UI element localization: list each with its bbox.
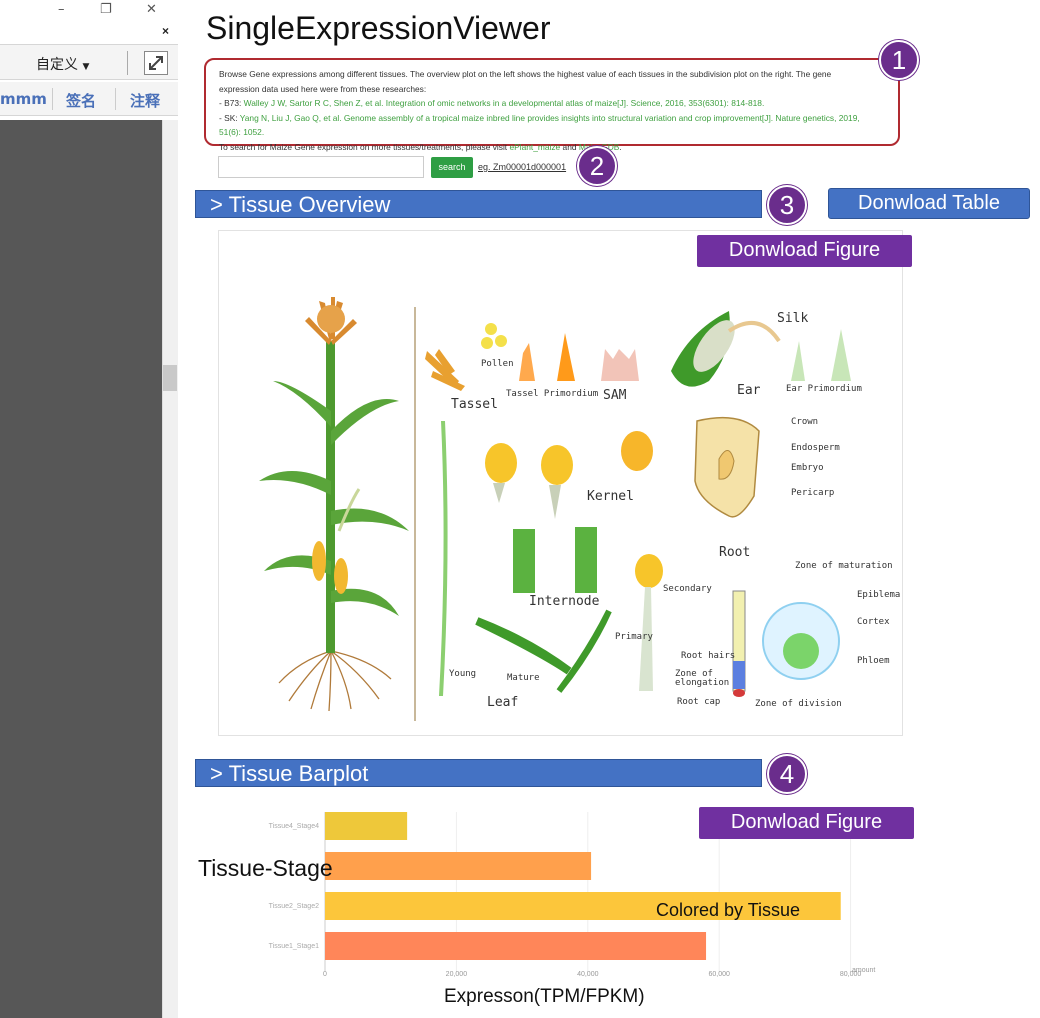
maize-tissue-illustration [259,297,851,721]
bar [325,852,592,880]
reference-sk: - SK: Yang N, Liu J, Gao Q, et al. Genom… [219,112,860,123]
more-resources: To search for Maize Gene expression on m… [219,141,622,152]
bar [325,812,408,840]
restore-icon[interactable]: ❐ [100,2,112,17]
y-tick-label: Tissue4_Stage4 [269,823,319,830]
label-ear-primordium: Ear Primordium [786,384,862,394]
close-icon[interactable]: ✕ [146,2,157,17]
description-box: Browse Gene expressions among different … [204,58,900,152]
download-table-button[interactable]: Donwload Table [828,188,1030,219]
label-young: Young [449,669,477,679]
label-pollen: Pollen [481,359,514,369]
download-barplot-figure-button[interactable]: Donwload Figure [699,807,914,839]
tab-divider [115,88,116,110]
window-titlebar: – ❐ ✕ [0,0,178,22]
label-pericarp: Pericarp [791,488,835,498]
label-endosperm: Endosperm [791,443,840,453]
sk-reference-link-cont[interactable]: 51(6): 1052. [219,127,264,137]
label-silk: Silk [777,311,809,326]
reference-sk-cont: 51(6): 1052. [219,125,898,140]
eplant-link[interactable]: ePlant_maize [509,142,560,152]
x-unit-label: amount [852,967,875,974]
label-root: Root [719,545,751,560]
label-root-hairs: Root hairs [681,651,736,661]
x-tick-label: 20,000 [446,971,468,978]
left-app-pane: – ❐ ✕ × 自定义 ▼ mmm 签名 注释 [0,0,178,1018]
example-gene-link[interactable]: eg. Zm00001d000001 [478,162,566,172]
tab-sign[interactable]: 签名 [66,90,96,111]
sk-reference-link[interactable]: Yang N, Liu J, Gao Q, et al. Genome asse… [240,113,860,123]
tab-toolbar: mmm 签名 注释 [0,82,178,116]
section-tissue-barplot[interactable]: > Tissue Barplot [195,759,762,787]
gene-search-input[interactable] [218,156,424,178]
label-sam: SAM [603,388,627,403]
close-panel-icon[interactable]: × [162,24,169,38]
chevron-down-icon: ▼ [82,62,90,72]
search-button[interactable]: search [431,157,473,178]
description-text: Browse Gene expressions among different … [219,69,832,79]
b73-reference-link[interactable]: Walley J W, Sartor R C, Shen Z, et al. I… [244,98,765,108]
label-internode: Internode [529,594,600,609]
label-phloem: Phloem [857,656,890,666]
label-embryo: Embryo [791,463,824,473]
label-zone-elongation-2: elongation [675,678,730,688]
label-epiblema: Epiblema [857,590,901,600]
label-kernel: Kernel [587,489,634,504]
label-mature: Mature [507,673,540,683]
page-title: SingleExpressionViewer [206,10,551,46]
label-zone-maturation: Zone of maturation [795,561,893,571]
x-tick-label: 60,000 [708,971,730,978]
label-cortex: Cortex [857,617,890,627]
label-crown: Crown [791,417,819,427]
reference-b73: - B73: Walley J W, Sartor R C, Shen Z, e… [219,98,765,108]
document-area [0,120,162,1018]
y-axis-annotation: Tissue-Stage [198,855,333,881]
color-annotation: Colored by Tissue [656,900,801,920]
vertical-scrollbar[interactable] [162,120,178,1018]
x-tick-label: 0 [323,971,327,978]
minimize-icon[interactable]: – [58,2,65,17]
badge-3: 3 [767,185,807,225]
description-text: expression data used here were from thes… [219,83,427,94]
label-ear: Ear [737,383,761,398]
tab-mmm[interactable]: mmm [0,90,47,108]
y-tick-label: Tissue1_Stage1 [269,943,319,950]
expand-icon [149,56,163,70]
expand-button[interactable] [144,51,168,75]
top-toolbar: 自定义 ▼ [0,44,178,80]
y-tick-label: Tissue2_Stage2 [269,903,319,910]
tissue-overview-figure: Silk Pollen Tassel Tassel Primordium SAM… [218,230,903,736]
label-secondary: Secondary [663,584,712,594]
download-overview-figure-button[interactable]: Donwload Figure [697,235,912,267]
tab-annotate[interactable]: 注释 [130,90,160,111]
toolbar-divider [127,51,128,75]
label-tassel: Tassel [451,397,498,412]
x-tick-label: 40,000 [577,971,599,978]
custom-dropdown[interactable]: 自定义 ▼ [36,54,89,74]
label-root-cap: Root cap [677,697,721,707]
label-primary: Primary [615,632,653,642]
label-leaf: Leaf [487,695,519,710]
x-axis-title: Expresson(TPM/FPKM) [444,986,645,1007]
tab-divider [52,88,53,110]
label-tassel-primordium: Tassel Primordium [506,389,599,399]
label-zone-division: Zone of division [755,699,842,709]
scrollbar-thumb[interactable] [163,365,177,391]
badge-1: 1 [879,40,919,80]
badge-4: 4 [767,754,807,794]
section-tissue-overview[interactable]: > Tissue Overview [195,190,762,218]
bar [325,932,707,960]
badge-2: 2 [577,146,617,186]
